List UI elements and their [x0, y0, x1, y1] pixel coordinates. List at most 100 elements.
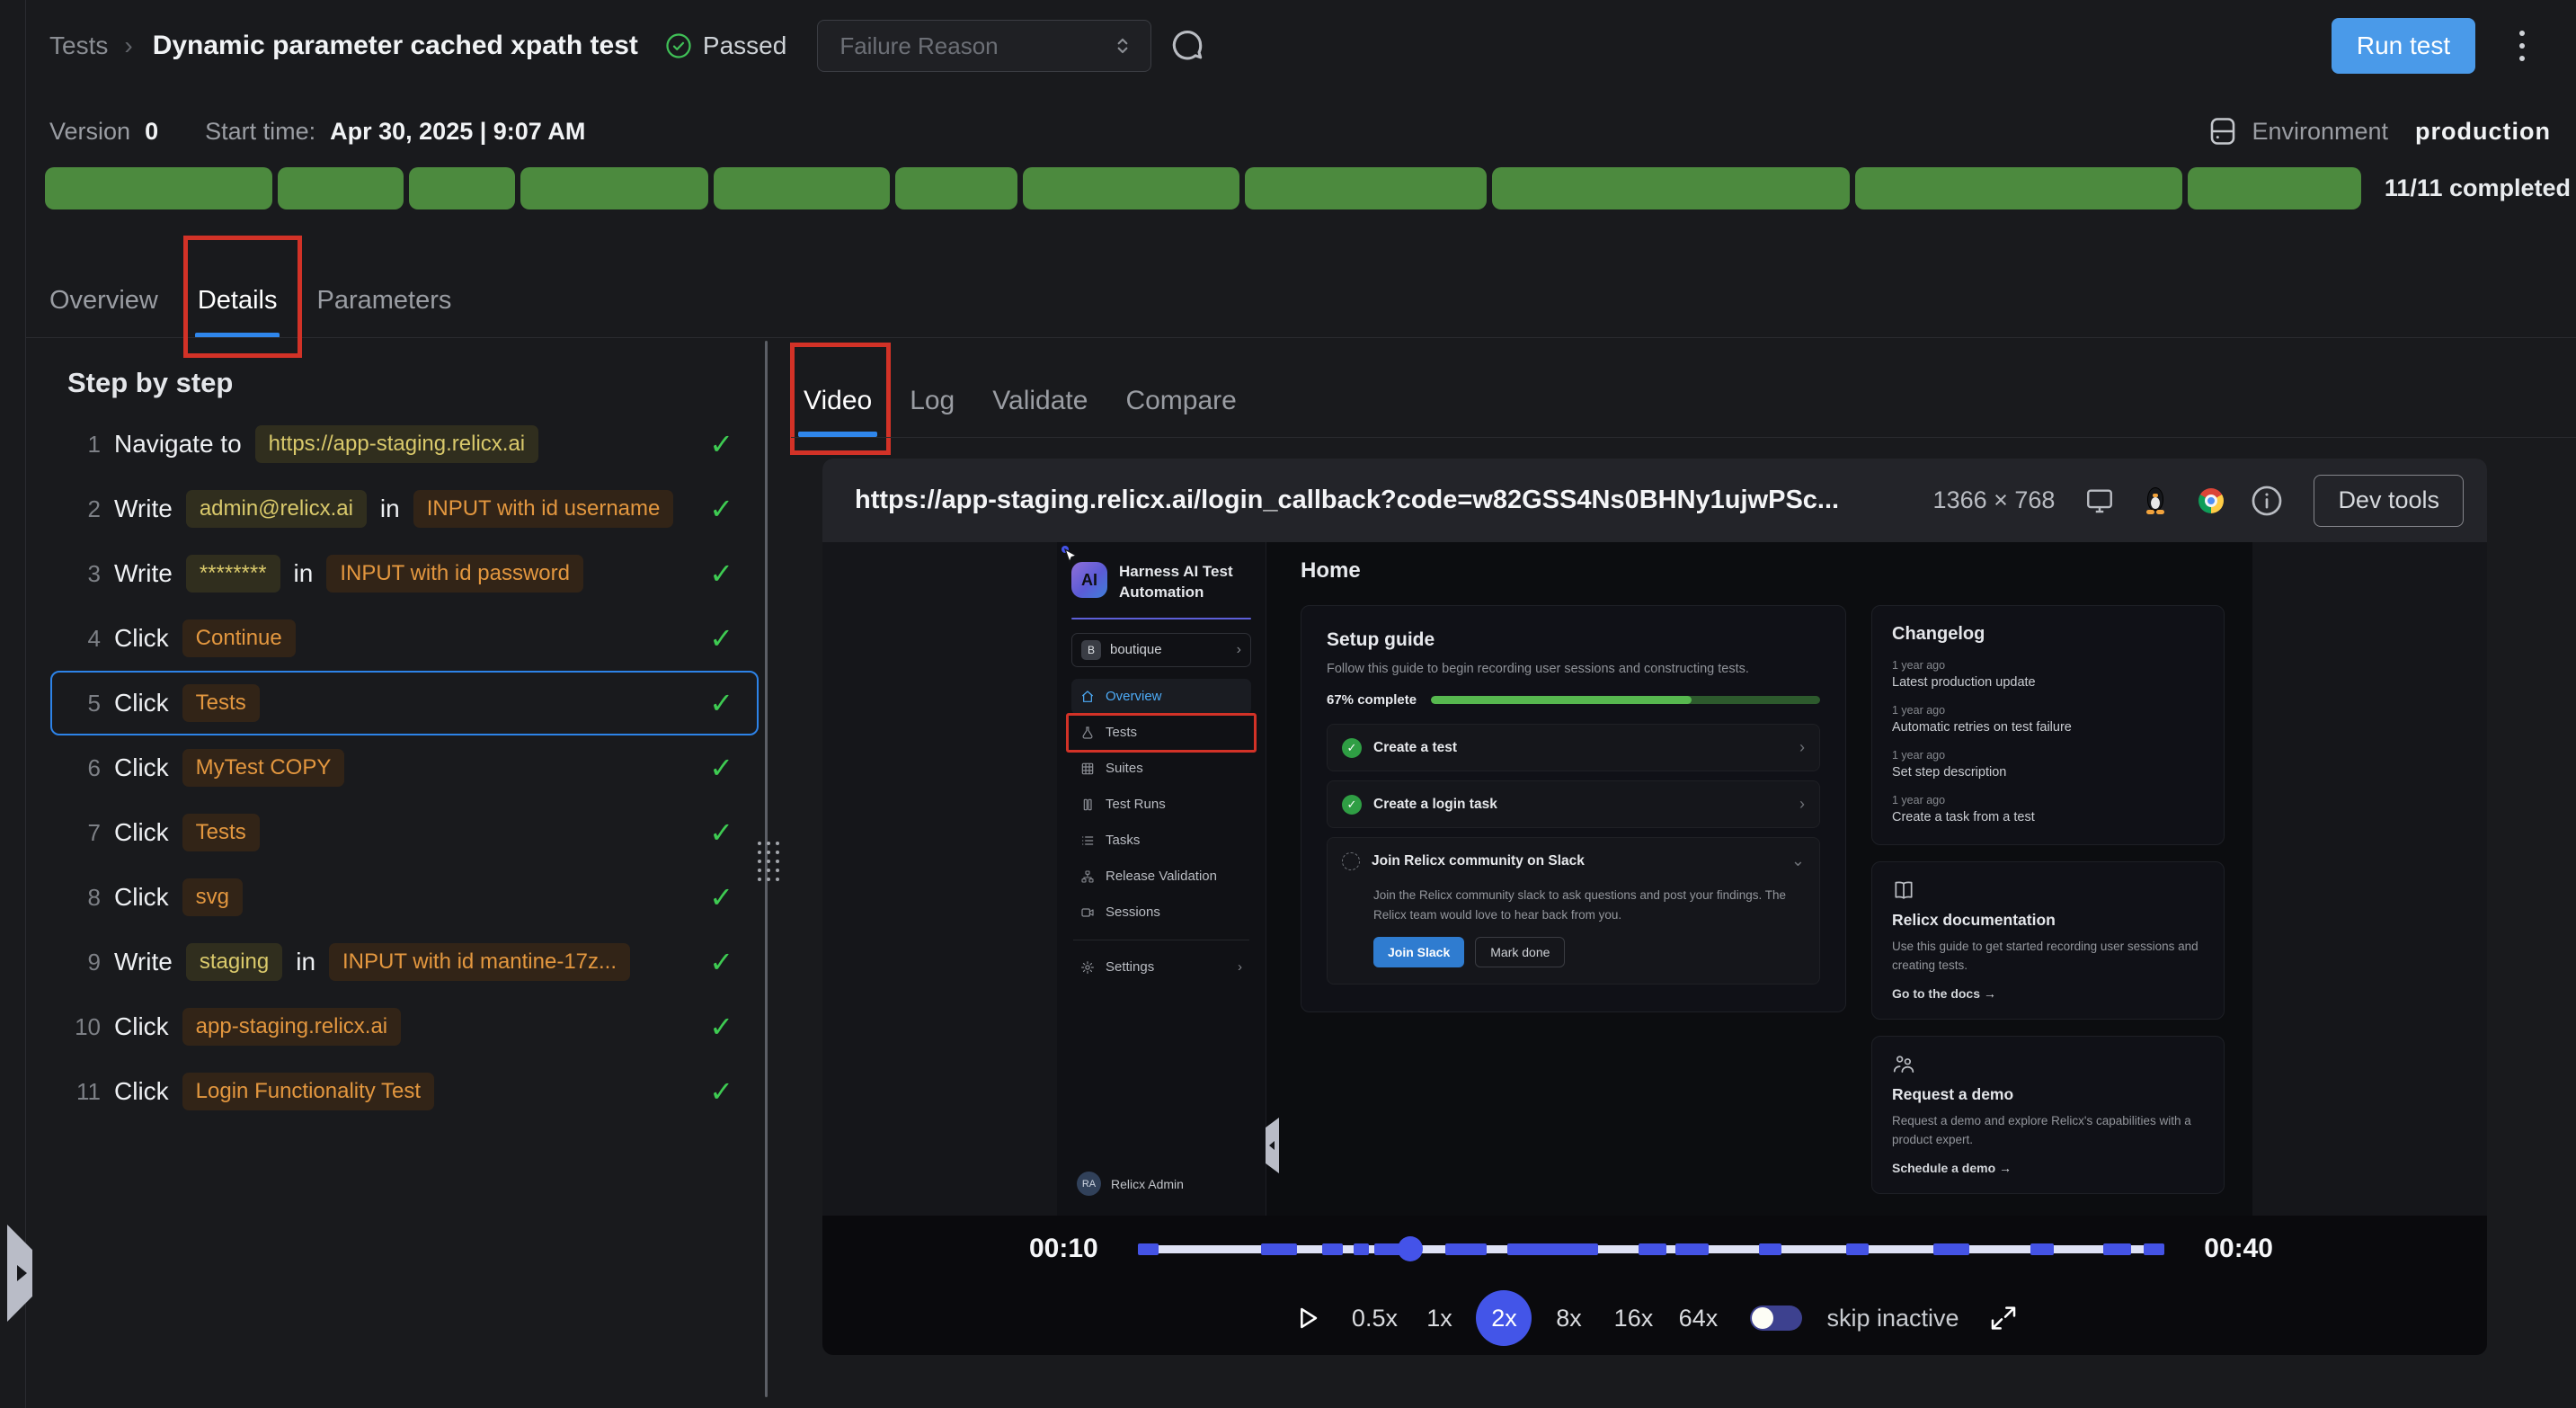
overview-icon [1080, 690, 1095, 704]
step-target-badge: svg [182, 878, 243, 916]
step-row[interactable]: 6ClickMyTest COPY✓ [50, 735, 759, 800]
setup-item-header[interactable]: ✓Create a test› [1342, 725, 1805, 771]
version-label: Version [49, 118, 130, 146]
gear-icon [1080, 960, 1095, 975]
embedded-nav-item-suites[interactable]: Suites [1071, 751, 1251, 787]
step-number: 1 [68, 431, 101, 459]
step-row[interactable]: 5ClickTests✓ [50, 671, 759, 735]
step-connector: in [380, 495, 400, 523]
embedded-project-selector[interactable]: B boutique › [1071, 633, 1251, 667]
tasks-icon [1080, 833, 1095, 848]
changelog-entry: 1 year agoAutomatic retries on test fail… [1892, 704, 2204, 735]
embedded-main: Home Setup guide Follow this guide to be… [1266, 542, 2252, 1216]
seek-activity-segment [1507, 1243, 1598, 1255]
setup-item-header[interactable]: Join Relicx community on Slack⌄ [1342, 838, 1805, 884]
step-number: 10 [68, 1013, 101, 1041]
comment-button[interactable] [1168, 26, 1207, 66]
setup-checklist: ✓Create a test› ✓Create a login task› Join… [1327, 724, 1820, 985]
schedule-demo-link[interactable]: Schedule a demo → [1892, 1161, 2204, 1175]
embedded-user[interactable]: RA Relicx Admin [1071, 1172, 1251, 1201]
video-url: https://app-staging.relicx.ai/login_call… [855, 486, 1914, 515]
embedded-nav: Overview Tests SuitesTest Runs Tasks Release… [1071, 679, 1251, 931]
embedded-brand-name: Harness AI Test Automation [1119, 562, 1233, 603]
step-row[interactable]: 4ClickContinue✓ [50, 606, 759, 671]
todo-circle-icon [1342, 852, 1360, 870]
step-action: Write [114, 559, 173, 588]
chrome-icon [2193, 483, 2229, 519]
seek-thumb[interactable] [1398, 1236, 1423, 1261]
step-row[interactable]: 3Write********inINPUT with id password✓ [50, 541, 759, 606]
tab-overview[interactable]: Overview [49, 263, 158, 338]
step-row[interactable]: 8Clicksvg✓ [50, 865, 759, 930]
page-title: Dynamic parameter cached xpath test [153, 31, 638, 61]
embedded-nav-item-sessions[interactable]: Sessions [1071, 895, 1251, 931]
documentation-desc: Use this guide to get started recording … [1892, 938, 2204, 976]
status-label: Passed [703, 31, 786, 60]
setup-progress-bar [1431, 696, 1820, 704]
step-row[interactable]: 2Writeadmin@relicx.aiinINPUT with id use… [50, 477, 759, 541]
failure-reason-placeholder: Failure Reason [839, 32, 998, 60]
changelog-title: Changelog [1892, 624, 2204, 645]
step-row[interactable]: 9WritestaginginINPUT with id mantine-17z… [50, 930, 759, 994]
seek-activity-segment [1933, 1243, 1969, 1255]
changelog-entry: 1 year agoLatest production update [1892, 659, 2204, 690]
join-slack-button[interactable]: Join Slack [1373, 937, 1464, 967]
setup-guide-title: Setup guide [1327, 629, 1820, 651]
run-progress: 11/11 completed [45, 167, 2576, 209]
embedded-nav-label: Tests [1106, 725, 1137, 740]
step-action: Write [114, 495, 173, 523]
step-row[interactable]: 7ClickTests✓ [50, 800, 759, 865]
breadcrumb-tests[interactable]: Tests [49, 31, 108, 60]
panel-resize-handle[interactable] [758, 842, 777, 890]
step-row[interactable]: 1Navigate tohttps://app-staging.relicx.a… [50, 412, 759, 477]
skip-inactive-toggle[interactable] [1750, 1306, 1802, 1331]
progress-segment [409, 167, 515, 209]
step-row[interactable]: 10Clickapp-staging.relicx.ai✓ [50, 994, 759, 1059]
speed-1x-button[interactable]: 1x [1411, 1290, 1467, 1346]
step-action: Navigate to [114, 430, 242, 459]
release-validation-icon [1080, 869, 1095, 884]
embedded-sidebar: AI Harness AI Test Automation B boutique… [1057, 542, 1266, 1216]
play-button[interactable] [1292, 1303, 1322, 1333]
dev-tools-button[interactable]: Dev tools [2314, 475, 2464, 527]
tab-parameters[interactable]: Parameters [317, 263, 452, 338]
embedded-nav-label: Tasks [1106, 833, 1140, 848]
speed-64x-button[interactable]: 64x [1670, 1290, 1726, 1346]
step-action: Click [114, 883, 169, 912]
embedded-nav-item-test-runs[interactable]: Test Runs [1071, 787, 1251, 823]
project-name: boutique [1110, 642, 1228, 657]
fullscreen-button[interactable] [1989, 1304, 2018, 1332]
embedded-nav-label: Release Validation [1106, 869, 1217, 884]
speed-2x-button[interactable]: 2x [1476, 1290, 1532, 1346]
video-frame: AI Harness AI Test Automation B boutique… [1057, 542, 2252, 1216]
speed-0.5x-button[interactable]: 0.5x [1346, 1290, 1402, 1346]
more-options-button[interactable] [2504, 18, 2540, 74]
embedded-nav-item-tasks[interactable]: Tasks [1071, 823, 1251, 859]
viewer-tab-compare[interactable]: Compare [1125, 365, 1236, 437]
go-to-docs-link[interactable]: Go to the docs → [1892, 986, 2204, 1001]
embedded-nav-settings[interactable]: Settings › [1071, 949, 1251, 985]
embedded-nav-item-overview[interactable]: Overview [1071, 679, 1251, 715]
embedded-nav-item-release-validation[interactable]: Release Validation [1071, 859, 1251, 895]
current-time: 00:10 [1029, 1234, 1098, 1264]
video-player-viewport: AI Harness AI Test Automation B boutique… [822, 542, 2487, 1216]
project-initial-badge: B [1081, 640, 1101, 660]
viewer-tab-video[interactable]: Video [804, 365, 872, 437]
mark-done-button[interactable]: Mark done [1475, 937, 1565, 967]
step-row[interactable]: 11ClickLogin Functionality Test✓ [50, 1059, 759, 1124]
chevron-right-icon: › [1237, 642, 1241, 658]
setup-item-header[interactable]: ✓Create a login task› [1342, 781, 1805, 827]
failure-reason-select[interactable]: Failure Reason [817, 20, 1151, 72]
speed-8x-button[interactable]: 8x [1541, 1290, 1596, 1346]
tab-details[interactable]: Details [198, 263, 278, 338]
progress-segments [45, 167, 2361, 209]
step-number: 3 [68, 560, 101, 588]
speed-16x-button[interactable]: 16x [1605, 1290, 1661, 1346]
info-icon[interactable] [2249, 483, 2285, 519]
run-test-button[interactable]: Run test [2332, 18, 2475, 74]
viewer-tab-log[interactable]: Log [910, 365, 955, 437]
embedded-nav-item-tests[interactable]: Tests [1071, 715, 1251, 751]
viewer-tab-validate[interactable]: Validate [992, 365, 1088, 437]
seek-bar[interactable] [1138, 1236, 2165, 1261]
chevron-right-icon: › [1799, 738, 1805, 757]
